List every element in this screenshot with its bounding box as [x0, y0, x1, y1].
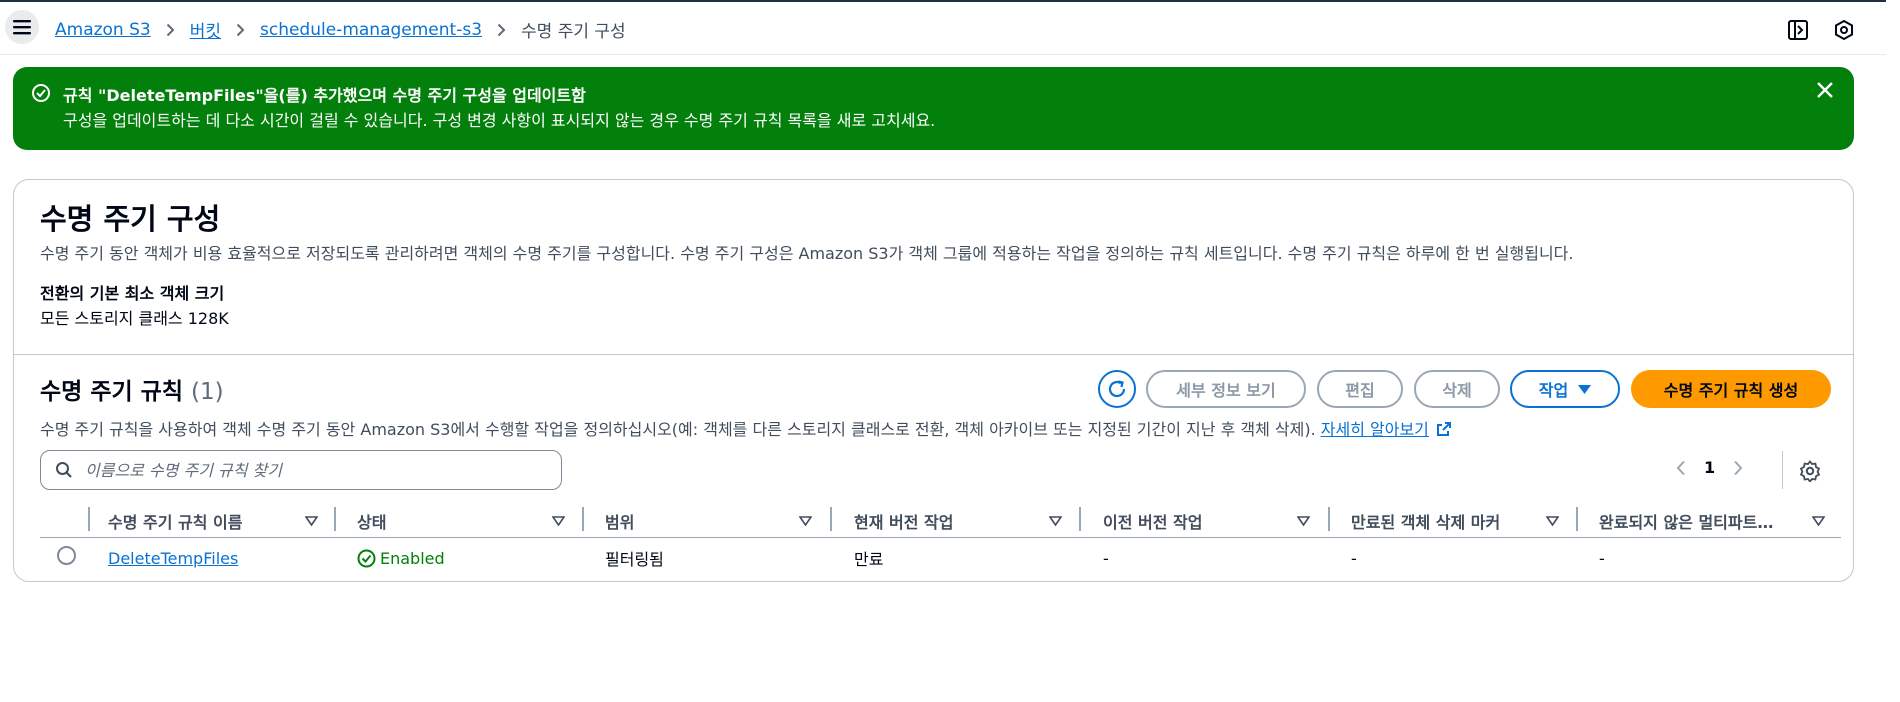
- sort-caret-icon[interactable]: [1049, 516, 1062, 526]
- min-object-size-value: 모든 스토리지 클래스 128K: [40, 309, 229, 328]
- breadcrumb-current: 수명 주기 구성: [521, 22, 626, 42]
- table-row-current-action: 만료: [854, 550, 884, 569]
- rules-count: (1): [191, 379, 224, 405]
- rules-description-text: 수명 주기 규칙을 사용하여 객체 수명 주기 동안 Amazon S3에서 수…: [40, 420, 1316, 439]
- side-panel-icon[interactable]: [1787, 19, 1809, 41]
- chevron-left-icon[interactable]: [1676, 460, 1686, 476]
- row-select-radio[interactable]: [57, 546, 76, 565]
- column-divider: [88, 507, 90, 531]
- success-flashbar: 규칙 "DeleteTempFiles"을(를) 추가했으며 수명 주기 구성을…: [13, 67, 1854, 150]
- lifecycle-configuration-panel: 수명 주기 구성 수명 주기 동안 객체가 비용 효율적으로 저장되도록 관리하…: [13, 179, 1854, 582]
- menu-button[interactable]: [5, 10, 39, 44]
- search-icon: [56, 462, 72, 478]
- external-link-icon: [1437, 422, 1452, 436]
- page-title: 수명 주기 구성: [40, 202, 221, 236]
- refresh-icon: [1108, 380, 1126, 398]
- sort-caret-icon[interactable]: [1812, 516, 1825, 526]
- table-header-divider: [40, 537, 1841, 538]
- gear-icon[interactable]: [1799, 460, 1821, 482]
- table-row-name: DeleteTempFiles: [108, 543, 238, 573]
- min-object-size-label: 전환의 기본 최소 객체 크기: [40, 284, 225, 303]
- rules-description: 수명 주기 규칙을 사용하여 객체 수명 주기 동안 Amazon S3에서 수…: [40, 416, 1452, 440]
- learn-more-link[interactable]: 자세히 알아보기: [1321, 420, 1429, 439]
- column-divider: [1576, 507, 1578, 531]
- table-row-expired-marker: -: [1351, 548, 1357, 568]
- actions-dropdown[interactable]: 작업: [1510, 370, 1620, 408]
- column-header-current-version[interactable]: 현재 버전 작업: [854, 506, 953, 536]
- page-description: 수명 주기 동안 객체가 비용 효율적으로 저장되도록 관리하려면 객체의 수명…: [40, 244, 1574, 263]
- breadcrumb-bucket-name[interactable]: schedule-management-s3: [260, 20, 482, 40]
- table-row-status: Enabled: [357, 543, 445, 573]
- table-row-incomplete-multipart: -: [1599, 548, 1605, 568]
- refresh-button[interactable]: [1098, 370, 1136, 408]
- chevron-right-icon[interactable]: [1733, 460, 1743, 476]
- column-divider: [1079, 507, 1081, 531]
- menu-icon: [13, 20, 31, 35]
- top-navigation: Amazon S3 버킷 schedule-management-s3 수명 주…: [0, 0, 1886, 55]
- search-box: [40, 450, 562, 490]
- column-divider: [334, 507, 336, 531]
- close-icon[interactable]: [1816, 81, 1834, 99]
- column-divider: [1328, 507, 1330, 531]
- chevron-right-icon: [236, 23, 245, 37]
- pager-divider: [1782, 451, 1783, 489]
- sort-caret-icon[interactable]: [1297, 516, 1310, 526]
- sort-caret-icon[interactable]: [799, 516, 812, 526]
- edit-button[interactable]: 편집: [1317, 370, 1403, 408]
- flash-message: 구성을 업데이트하는 데 다소 시간이 걸릴 수 있습니다. 구성 변경 사항이…: [63, 111, 936, 130]
- page-number[interactable]: 1: [1704, 458, 1715, 477]
- rules-header: 수명 주기 규칙 (1): [40, 372, 224, 406]
- table-row-previous-action: -: [1103, 548, 1109, 568]
- breadcrumb: Amazon S3 버킷 schedule-management-s3 수명 주…: [55, 17, 626, 43]
- column-header-previous-version[interactable]: 이전 버전 작업: [1103, 506, 1202, 536]
- breadcrumb-buckets[interactable]: 버킷: [190, 17, 221, 42]
- check-circle-icon: [32, 84, 50, 102]
- rule-name-link[interactable]: DeleteTempFiles: [108, 549, 238, 568]
- create-rule-button[interactable]: 수명 주기 규칙 생성: [1631, 370, 1831, 408]
- breadcrumb-amazon-s3[interactable]: Amazon S3: [55, 20, 151, 40]
- s3-lifecycle-page: Amazon S3 버킷 schedule-management-s3 수명 주…: [0, 0, 1900, 702]
- search-input[interactable]: [85, 459, 545, 481]
- rules-title: 수명 주기 규칙: [40, 379, 183, 405]
- sort-caret-icon[interactable]: [1546, 516, 1559, 526]
- pagination: 1: [1676, 458, 1743, 477]
- chevron-right-icon: [497, 23, 506, 37]
- column-header-expired-marker[interactable]: 만료된 객체 삭제 마커: [1351, 506, 1500, 536]
- sort-caret-icon[interactable]: [305, 516, 318, 526]
- chevron-right-icon: [166, 23, 175, 37]
- check-circle-icon: [357, 549, 376, 567]
- section-divider: [14, 354, 1853, 355]
- actions-label: 작업: [1538, 381, 1569, 400]
- status-text: Enabled: [380, 548, 445, 568]
- column-header-scope[interactable]: 범위: [605, 506, 634, 536]
- column-divider: [830, 507, 832, 531]
- table-row-scope: 필터링됨: [605, 550, 664, 569]
- column-header-status[interactable]: 상태: [357, 506, 386, 536]
- column-header-name[interactable]: 수명 주기 규칙 이름: [108, 506, 242, 536]
- column-header-incomplete-multipart[interactable]: 완료되지 않은 멀티파트…: [1599, 506, 1773, 536]
- hexagon-icon[interactable]: [1833, 19, 1855, 41]
- view-details-button[interactable]: 세부 정보 보기: [1146, 370, 1306, 408]
- caret-down-icon: [1578, 384, 1592, 394]
- column-divider: [582, 507, 584, 531]
- delete-button[interactable]: 삭제: [1414, 370, 1500, 408]
- sort-caret-icon[interactable]: [552, 516, 565, 526]
- flash-title: 규칙 "DeleteTempFiles"을(를) 추가했으며 수명 주기 구성을…: [63, 86, 586, 105]
